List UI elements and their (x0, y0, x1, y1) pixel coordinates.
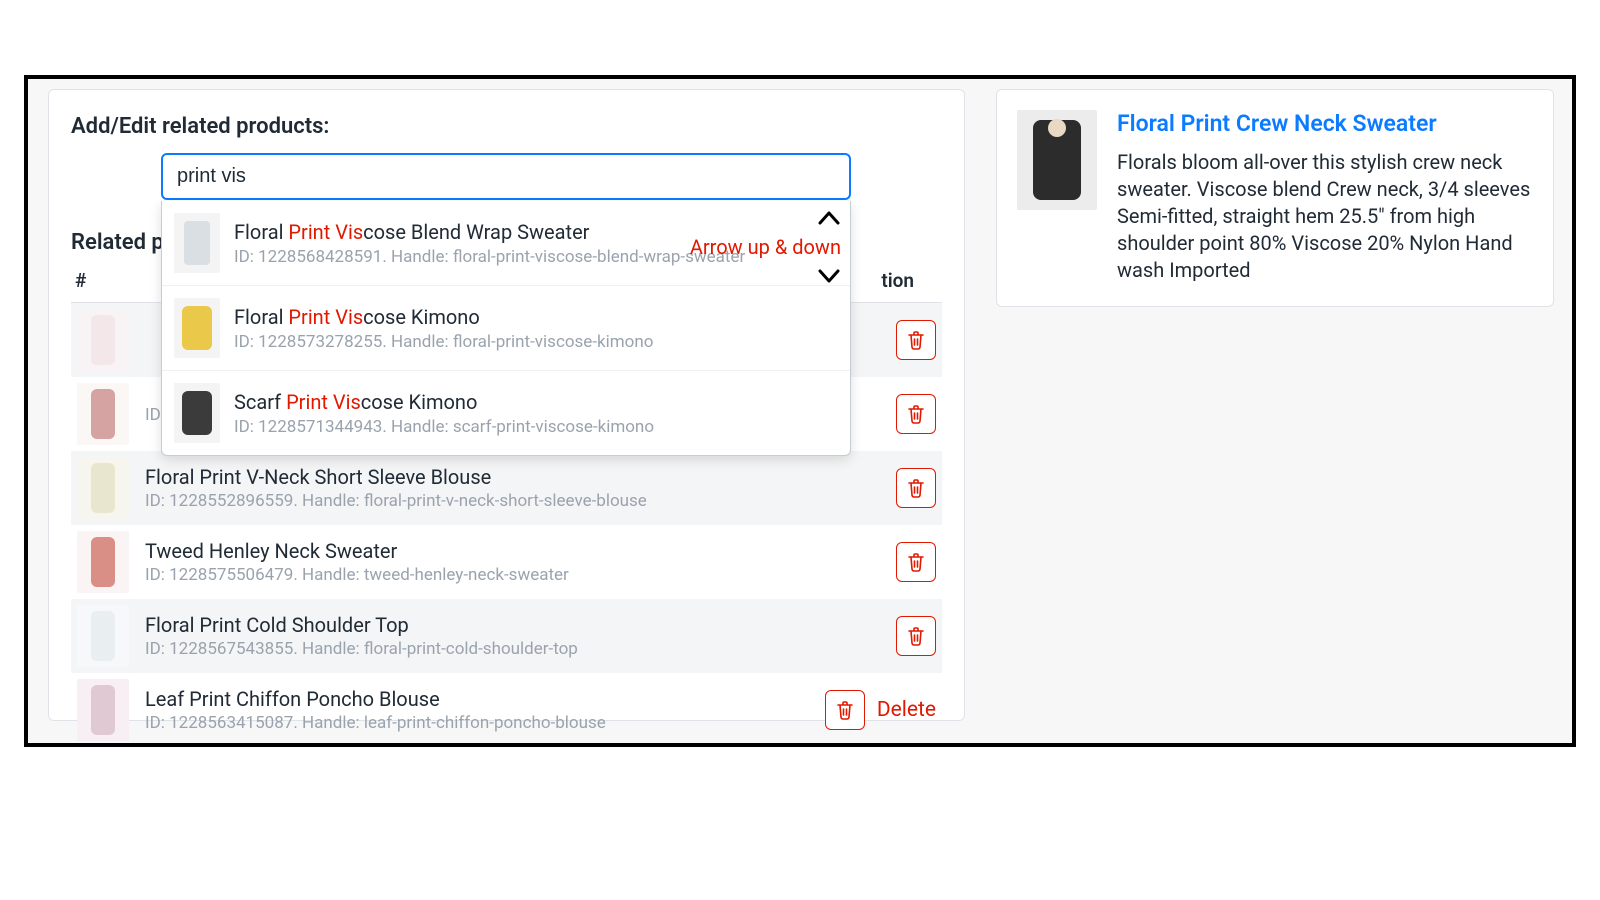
product-thumbnail (77, 457, 129, 519)
row-text: Floral Print V-Neck Short Sleeve Blouse … (145, 465, 880, 511)
product-title: Tweed Henley Neck Sweater (145, 539, 880, 563)
product-title: Leaf Print Chiffon Poncho Blouse (145, 687, 809, 711)
option-title: Floral Print Viscose Kimono (234, 304, 838, 330)
option-text: Floral Print Viscose Kimono ID: 12285732… (234, 304, 838, 352)
trash-icon (907, 552, 925, 572)
trash-icon (907, 330, 925, 350)
row-actions (896, 394, 936, 434)
delete-button[interactable] (896, 394, 936, 434)
trash-icon (836, 700, 854, 720)
app-frame: Add/Edit related products: Arrow up & do… (24, 75, 1576, 747)
related-products-panel: Add/Edit related products: Arrow up & do… (48, 89, 965, 721)
autocomplete-option[interactable]: Scarf Print Viscose Kimono ID: 122857134… (162, 370, 850, 455)
product-subtitle: ID: 1228563415087. Handle: leaf-print-ch… (145, 713, 809, 733)
option-subtitle: ID: 1228571344943. Handle: scarf-print-v… (234, 417, 838, 437)
table-row[interactable]: Tweed Henley Neck Sweater ID: 1228575506… (71, 525, 942, 599)
product-title: Floral Print V-Neck Short Sleeve Blouse (145, 465, 880, 489)
product-detail-panel: Floral Print Crew Neck Sweater Florals b… (996, 89, 1554, 307)
row-actions (896, 542, 936, 582)
row-actions (896, 468, 936, 508)
detail-text: Floral Print Crew Neck Sweater Florals b… (1117, 110, 1533, 284)
product-thumbnail (77, 531, 129, 593)
column-index: # (75, 269, 135, 292)
table-row[interactable]: Floral Print Cold Shoulder Top ID: 12285… (71, 599, 942, 673)
delete-button[interactable] (896, 468, 936, 508)
option-title: Floral Print Viscose Blend Wrap Sweater (234, 219, 838, 245)
detail-title[interactable]: Floral Print Crew Neck Sweater (1117, 110, 1533, 139)
row-text: Tweed Henley Neck Sweater ID: 1228575506… (145, 539, 880, 585)
option-title: Scarf Print Viscose Kimono (234, 389, 838, 415)
product-title: Floral Print Cold Shoulder Top (145, 613, 880, 637)
option-text: Floral Print Viscose Blend Wrap Sweater … (234, 219, 838, 267)
product-thumbnail (1017, 110, 1097, 210)
product-thumbnail (77, 605, 129, 667)
match-highlight: Print Vis (288, 305, 363, 329)
delete-button[interactable] (896, 542, 936, 582)
match-highlight: Print Vis (286, 390, 361, 414)
autocomplete-option[interactable]: Floral Print Viscose Blend Wrap Sweater … (162, 201, 850, 285)
match-highlight: Print Vis (288, 220, 363, 244)
row-text: Leaf Print Chiffon Poncho Blouse ID: 122… (145, 687, 809, 733)
option-subtitle: ID: 1228568428591. Handle: floral-print-… (234, 247, 838, 267)
product-thumbnail (174, 213, 220, 273)
panel-heading: Add/Edit related products: (71, 114, 942, 139)
trash-icon (907, 404, 925, 424)
row-actions (896, 616, 936, 656)
product-thumbnail (77, 309, 129, 371)
product-thumbnail (174, 298, 220, 358)
autocomplete-option[interactable]: Floral Print Viscose Kimono ID: 12285732… (162, 285, 850, 370)
delete-button[interactable] (896, 616, 936, 656)
delete-label: Delete (877, 698, 936, 722)
product-thumbnail (77, 679, 129, 741)
autocomplete-dropdown: Floral Print Viscose Blend Wrap Sweater … (161, 201, 851, 456)
row-actions (896, 320, 936, 360)
trash-icon (907, 626, 925, 646)
product-subtitle: ID: 1228575506479. Handle: tweed-henley-… (145, 565, 880, 585)
delete-button[interactable] (896, 320, 936, 360)
row-text: Floral Print Cold Shoulder Top ID: 12285… (145, 613, 880, 659)
search-area: Arrow up & down Floral Print Viscose Ble… (161, 153, 851, 200)
row-actions: Delete (825, 690, 936, 730)
option-text: Scarf Print Viscose Kimono ID: 122857134… (234, 389, 838, 437)
detail-description: Florals bloom all-over this stylish crew… (1117, 149, 1533, 284)
search-input[interactable] (161, 153, 851, 200)
delete-button[interactable] (825, 690, 865, 730)
trash-icon (907, 478, 925, 498)
option-subtitle: ID: 1228573278255. Handle: floral-print-… (234, 332, 838, 352)
table-row[interactable]: Leaf Print Chiffon Poncho Blouse ID: 122… (71, 673, 942, 747)
column-action: tion (881, 269, 914, 292)
product-thumbnail (77, 383, 129, 445)
product-thumbnail (174, 383, 220, 443)
product-subtitle: ID: 1228567543855. Handle: floral-print-… (145, 639, 880, 659)
table-row[interactable]: Floral Print V-Neck Short Sleeve Blouse … (71, 451, 942, 525)
product-subtitle: ID: 1228552896559. Handle: floral-print-… (145, 491, 880, 511)
